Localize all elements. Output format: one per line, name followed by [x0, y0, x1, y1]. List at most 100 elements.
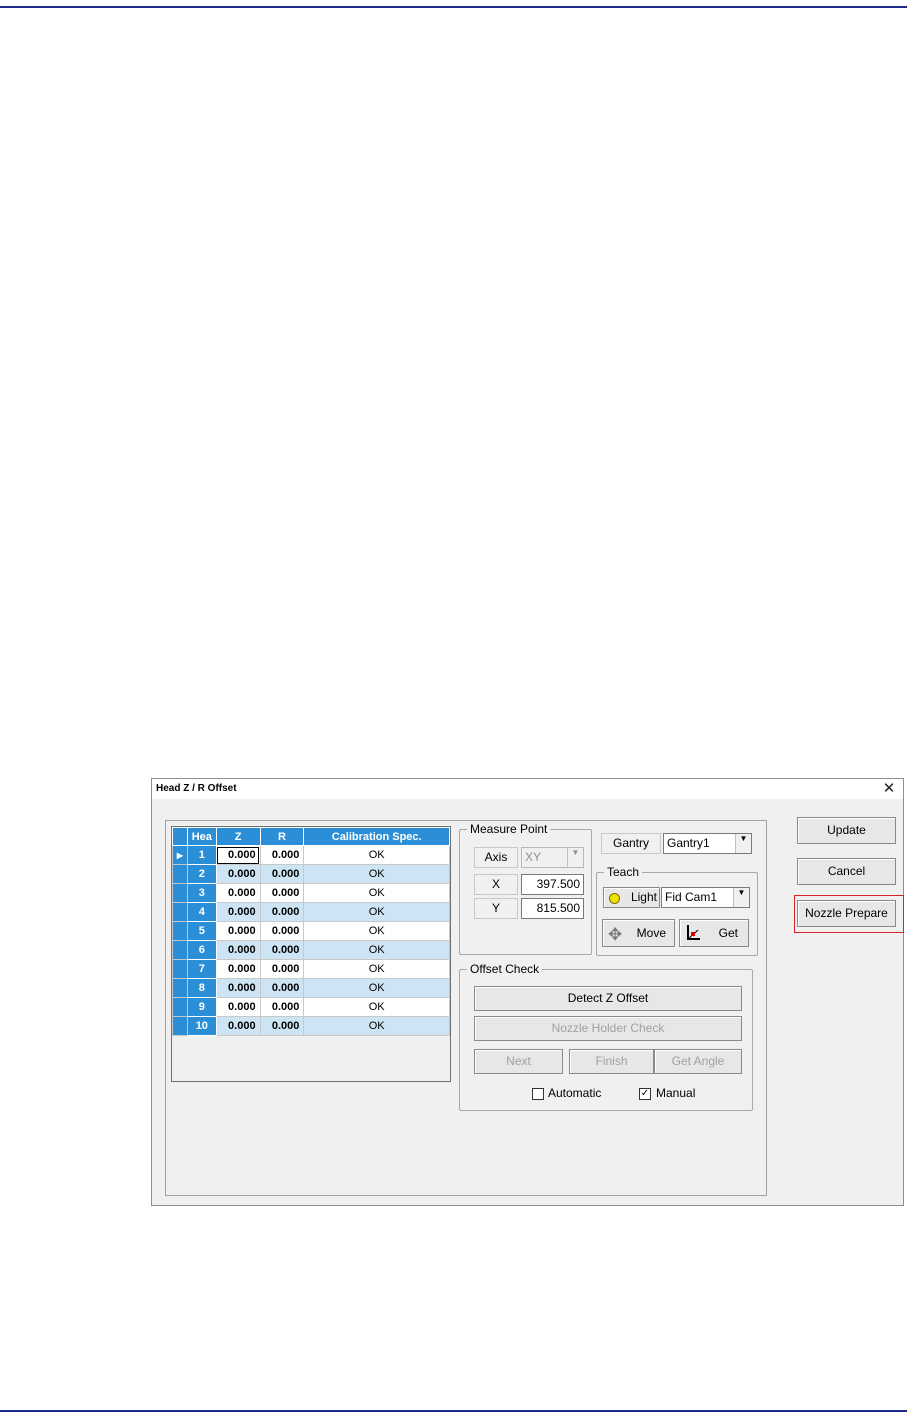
table-row[interactable]: 6 0.000 0.000 OK: [172, 940, 450, 960]
automatic-label: Automatic: [548, 1086, 602, 1100]
head-number-cell[interactable]: 10: [186, 1016, 217, 1036]
light-bulb-icon: [609, 893, 620, 904]
table-row[interactable]: 4 0.000 0.000 OK: [172, 902, 450, 922]
next-button[interactable]: Next: [474, 1049, 563, 1074]
r-offset-cell[interactable]: 0.000: [259, 1016, 305, 1036]
column-header-calibration-spec[interactable]: Calibration Spec.: [303, 827, 450, 846]
head-number-cell[interactable]: 4: [186, 902, 217, 922]
r-offset-cell[interactable]: 0.000: [259, 845, 305, 865]
gantry-select[interactable]: Gantry1 ▼: [663, 833, 752, 854]
head-number-cell[interactable]: 5: [186, 921, 217, 941]
manual-label: Manual: [656, 1086, 696, 1100]
calibration-spec-cell[interactable]: OK: [303, 978, 450, 998]
z-offset-cell[interactable]: 0.000: [215, 883, 261, 903]
table-row[interactable]: 2 0.000 0.000 OK: [172, 864, 450, 884]
row-selector[interactable]: [172, 883, 188, 903]
r-offset-cell[interactable]: 0.000: [259, 864, 305, 884]
row-selector[interactable]: ▶: [172, 845, 188, 865]
x-label: X: [474, 874, 518, 895]
column-header-r[interactable]: R: [259, 827, 305, 846]
calibration-spec-cell[interactable]: OK: [303, 940, 450, 960]
z-offset-cell[interactable]: 0.000: [215, 864, 261, 884]
row-selector-header: [172, 827, 188, 846]
head-number-cell[interactable]: 3: [186, 883, 217, 903]
move-button[interactable]: ✥ Move: [602, 919, 675, 947]
r-offset-cell[interactable]: 0.000: [259, 997, 305, 1017]
row-selector[interactable]: [172, 921, 188, 941]
head-number-cell[interactable]: 2: [186, 864, 217, 884]
table-row[interactable]: 9 0.000 0.000 OK: [172, 997, 450, 1017]
row-selector[interactable]: [172, 997, 188, 1017]
calibration-spec-cell[interactable]: OK: [303, 921, 450, 941]
z-offset-cell[interactable]: 0.000: [215, 1016, 261, 1036]
head-number-cell[interactable]: 6: [186, 940, 217, 960]
z-offset-cell[interactable]: 0.000: [215, 902, 261, 922]
row-selector[interactable]: [172, 1016, 188, 1036]
calibration-spec-cell[interactable]: OK: [303, 997, 450, 1017]
chevron-down-icon: ▼: [567, 848, 583, 867]
gantry-label: Gantry: [601, 833, 661, 854]
manual-checkbox[interactable]: ✓: [639, 1088, 651, 1100]
measure-point-legend: Measure Point: [470, 822, 548, 836]
column-header-head[interactable]: Hea: [186, 827, 217, 846]
grid-header-row: Hea Z R Calibration Spec.: [172, 827, 450, 846]
r-offset-cell[interactable]: 0.000: [259, 921, 305, 941]
close-icon[interactable]: ✕: [879, 779, 899, 799]
gantry-select-value: Gantry1: [667, 836, 710, 850]
table-row[interactable]: 7 0.000 0.000 OK: [172, 959, 450, 979]
head-number-cell[interactable]: 9: [186, 997, 217, 1017]
light-button[interactable]: Light: [603, 887, 660, 908]
get-angle-button[interactable]: Get Angle: [654, 1049, 742, 1074]
z-offset-cell[interactable]: 0.000: [215, 959, 261, 979]
coordinate-axis-icon: [685, 924, 701, 942]
column-header-z[interactable]: Z: [215, 827, 261, 846]
table-row[interactable]: 10 0.000 0.000 OK: [172, 1016, 450, 1036]
z-offset-cell[interactable]: 0.000: [215, 978, 261, 998]
nozzle-holder-check-button[interactable]: Nozzle Holder Check: [474, 1016, 742, 1041]
r-offset-cell[interactable]: 0.000: [259, 959, 305, 979]
calibration-spec-cell[interactable]: OK: [303, 845, 450, 865]
table-row[interactable]: 3 0.000 0.000 OK: [172, 883, 450, 903]
calibration-spec-cell[interactable]: OK: [303, 959, 450, 979]
z-offset-cell[interactable]: 0.000: [215, 921, 261, 941]
calibration-spec-cell[interactable]: OK: [303, 864, 450, 884]
row-selector[interactable]: [172, 959, 188, 979]
r-offset-cell[interactable]: 0.000: [259, 883, 305, 903]
r-offset-cell[interactable]: 0.000: [259, 902, 305, 922]
z-offset-cell[interactable]: 0.000: [215, 845, 261, 865]
head-offset-grid[interactable]: Hea Z R Calibration Spec. ▶ 1 0.000 0.000 OK…: [171, 826, 451, 1082]
calibration-spec-cell[interactable]: OK: [303, 902, 450, 922]
row-selector[interactable]: [172, 864, 188, 884]
head-number-cell[interactable]: 8: [186, 978, 217, 998]
row-selector[interactable]: [172, 940, 188, 960]
row-selector[interactable]: [172, 902, 188, 922]
update-button[interactable]: Update: [797, 817, 896, 844]
automatic-checkbox[interactable]: [532, 1088, 544, 1100]
r-offset-cell[interactable]: 0.000: [259, 940, 305, 960]
y-field[interactable]: 815.500: [521, 898, 584, 919]
table-row[interactable]: 8 0.000 0.000 OK: [172, 978, 450, 998]
head-number-cell[interactable]: 1: [186, 845, 217, 865]
row-selector[interactable]: [172, 978, 188, 998]
axis-select-value: XY: [525, 850, 542, 864]
detect-z-offset-button[interactable]: Detect Z Offset: [474, 986, 742, 1011]
r-offset-cell[interactable]: 0.000: [259, 978, 305, 998]
finish-button[interactable]: Finish: [569, 1049, 654, 1074]
head-zr-offset-dialog: Head Z / R Offset ✕ Hea Z R Calibration …: [151, 778, 904, 1206]
calibration-spec-cell[interactable]: OK: [303, 1016, 450, 1036]
get-button[interactable]: Get: [679, 919, 749, 947]
head-number-cell[interactable]: 7: [186, 959, 217, 979]
camera-select[interactable]: Fid Cam1 ▼: [661, 887, 750, 908]
window-title: Head Z / R Offset: [156, 783, 237, 794]
y-label: Y: [474, 898, 518, 919]
calibration-spec-cell[interactable]: OK: [303, 883, 450, 903]
table-row[interactable]: ▶ 1 0.000 0.000 OK: [172, 845, 450, 865]
z-offset-cell[interactable]: 0.000: [215, 940, 261, 960]
get-button-label: Get: [718, 926, 738, 940]
chevron-down-icon: ▼: [735, 834, 751, 853]
table-row[interactable]: 5 0.000 0.000 OK: [172, 921, 450, 941]
cancel-button[interactable]: Cancel: [797, 858, 896, 885]
axis-select: XY ▼: [521, 847, 584, 868]
x-field[interactable]: 397.500: [521, 874, 584, 895]
z-offset-cell[interactable]: 0.000: [215, 997, 261, 1017]
